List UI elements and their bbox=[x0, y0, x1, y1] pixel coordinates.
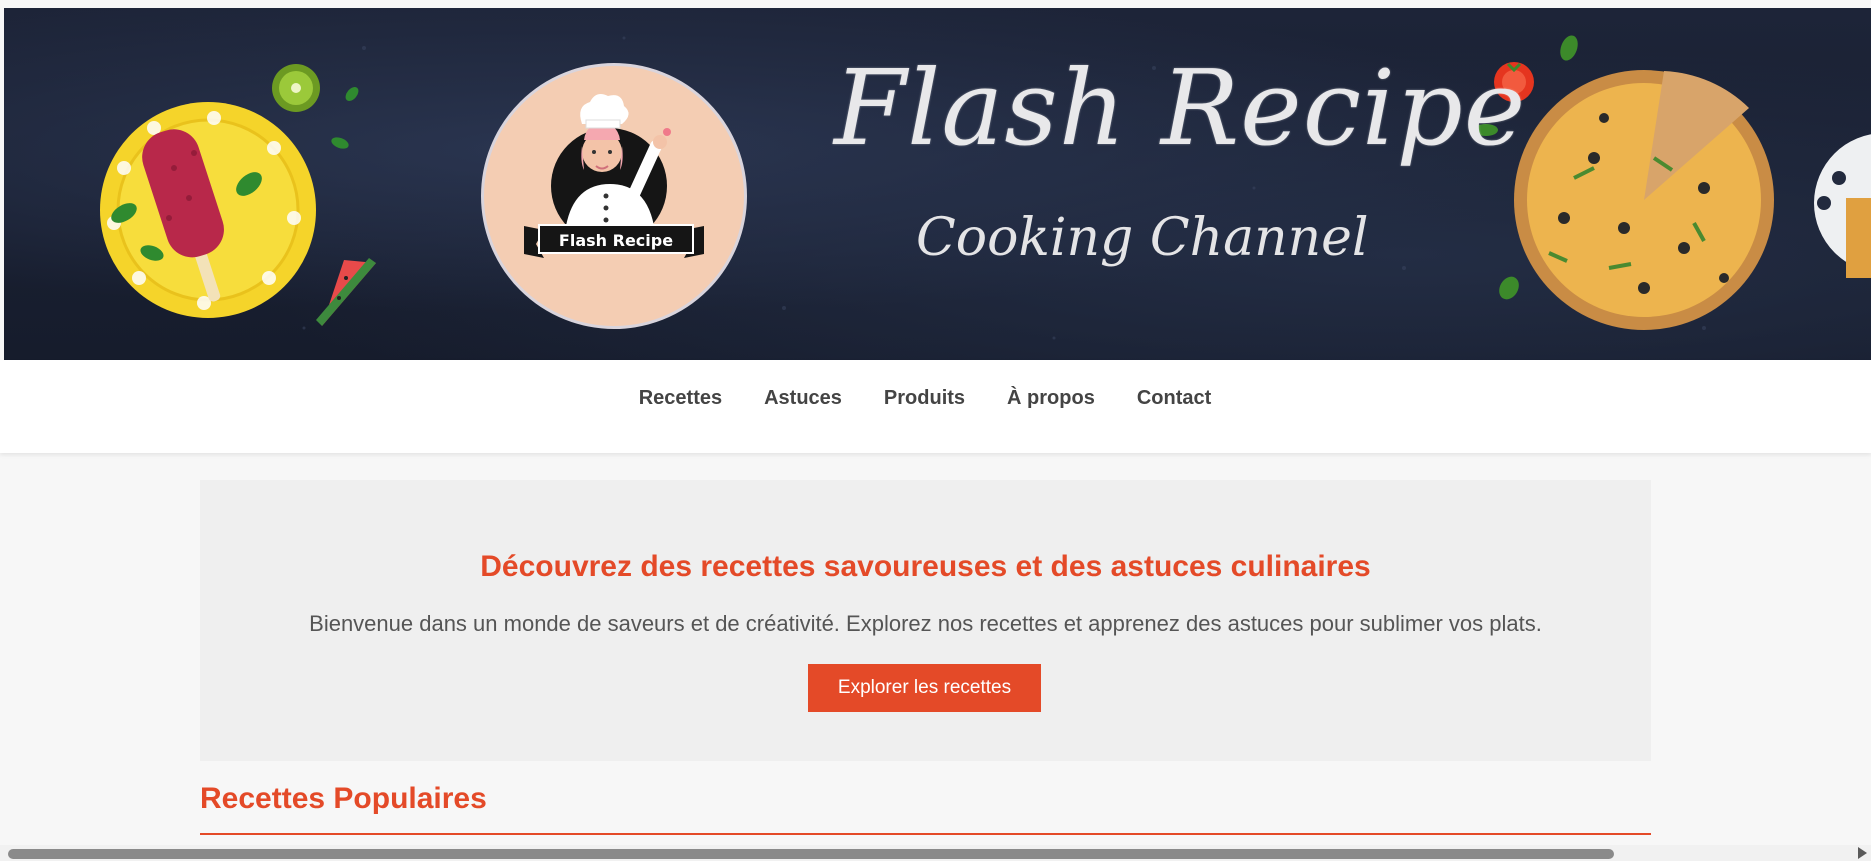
section-divider bbox=[200, 833, 1651, 835]
popsicle-plate-image bbox=[100, 102, 316, 318]
banner-subtitle: Cooking Channel bbox=[916, 208, 1369, 268]
page: Flash Recipe Flash Recipe Cooking Channe… bbox=[0, 0, 1871, 861]
nav-link-a-propos[interactable]: À propos bbox=[1007, 387, 1095, 410]
popular-recipes-heading: Recettes Populaires bbox=[200, 782, 487, 815]
nav-link-recettes[interactable]: Recettes bbox=[639, 387, 722, 410]
main-navigation: Recettes Astuces Produits À propos Conta… bbox=[0, 360, 1871, 453]
explore-recipes-button[interactable]: Explorer les recettes bbox=[808, 664, 1041, 712]
watermelon-slice-image bbox=[316, 258, 376, 326]
scrollbar-thumb[interactable] bbox=[8, 849, 1614, 859]
banner-title: Flash Recipe bbox=[834, 47, 1527, 169]
nav-link-contact[interactable]: Contact bbox=[1137, 387, 1211, 410]
pizza-image bbox=[1514, 70, 1774, 330]
hero-title: Découvrez des recettes savoureuses et de… bbox=[480, 550, 1371, 583]
horizontal-scrollbar[interactable] bbox=[0, 845, 1871, 861]
nav-link-astuces[interactable]: Astuces bbox=[764, 387, 842, 410]
waffle-plate-image bbox=[1814, 134, 1871, 278]
nav-link-produits[interactable]: Produits bbox=[884, 387, 965, 410]
hero-description: Bienvenue dans un monde de saveurs et de… bbox=[309, 611, 1542, 636]
scroll-right-arrow-icon[interactable] bbox=[1858, 847, 1867, 859]
logo-ribbon-text: Flash Recipe bbox=[538, 224, 694, 254]
kiwi-image bbox=[272, 64, 320, 112]
channel-logo: Flash Recipe bbox=[481, 63, 747, 329]
nav-list: Recettes Astuces Produits À propos Conta… bbox=[0, 360, 1850, 436]
hero-section: Découvrez des recettes savoureuses et de… bbox=[200, 480, 1651, 761]
header-banner: Flash Recipe Flash Recipe Cooking Channe… bbox=[4, 8, 1871, 360]
chef-mascot-icon bbox=[524, 94, 704, 258]
